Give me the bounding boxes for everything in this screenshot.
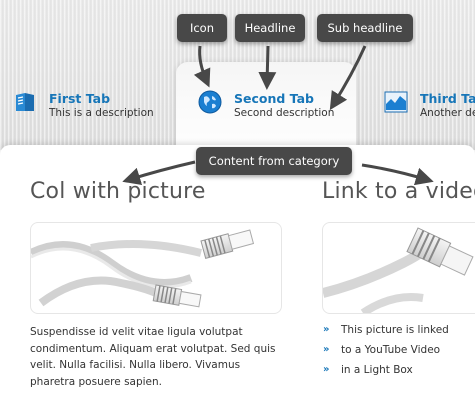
callout-headline: Headline (235, 14, 305, 42)
callout-content: Content from category (196, 147, 352, 175)
arrow-to-headline (258, 45, 277, 90)
arrow-to-subheadline (329, 45, 367, 111)
callout-sub-headline: Sub headline (317, 14, 413, 42)
annotation-arrows (122, 45, 434, 186)
arrow-to-icon (193, 45, 211, 88)
arrow-to-left-column (122, 160, 196, 186)
callout-icon: Icon (177, 14, 227, 42)
arrow-to-right-column (361, 163, 434, 186)
